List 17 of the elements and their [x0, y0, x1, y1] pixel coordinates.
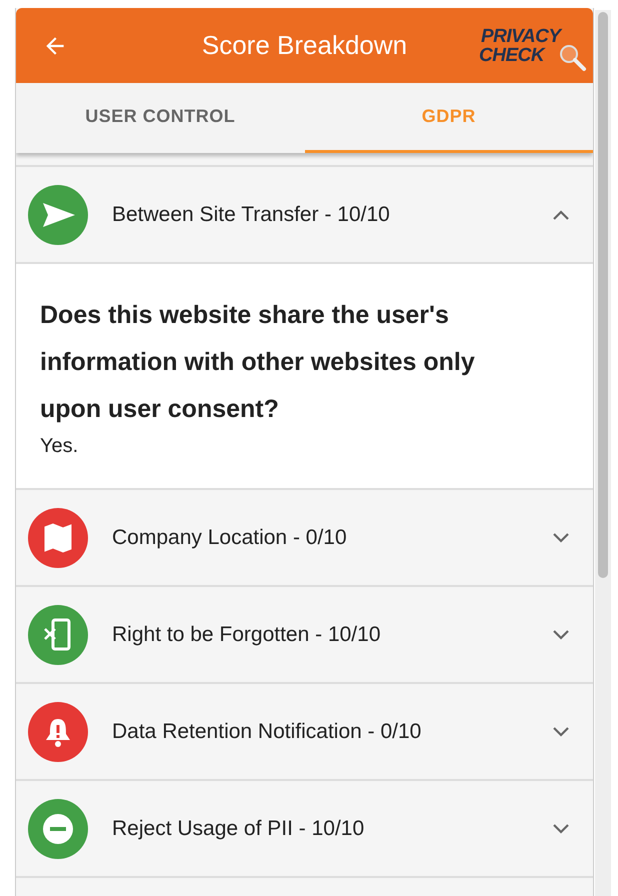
- chevron-up-icon[interactable]: [553, 210, 569, 220]
- score-title: Between Site Transfer - 10/10: [112, 202, 391, 226]
- score-title: Reject Usage of PII - 10/10: [112, 816, 366, 840]
- question-text: Does this website share the user's information with other websites only upon user consent?: [40, 300, 476, 425]
- chevron-down-icon[interactable]: [553, 630, 569, 640]
- logo-text: PRIVACY: [481, 26, 561, 46]
- chevron-down-icon[interactable]: [553, 824, 569, 834]
- score-title: Company Location - 0/10: [112, 526, 348, 550]
- page-title: Score Breakdown: [200, 30, 408, 61]
- chevron-down-icon[interactable]: [553, 532, 569, 542]
- chevron-down-icon[interactable]: [553, 726, 569, 736]
- logo-text: CHECK: [479, 46, 544, 64]
- score-title: Data Retention Notification - 0/10: [112, 720, 422, 744]
- answer-text: Yes.: [40, 435, 80, 458]
- tab[interactable]: USER CONTROL: [16, 83, 304, 153]
- scrollbar[interactable]: [595, 10, 611, 896]
- score-title: Right to be Forgotten - 10/10: [112, 622, 382, 646]
